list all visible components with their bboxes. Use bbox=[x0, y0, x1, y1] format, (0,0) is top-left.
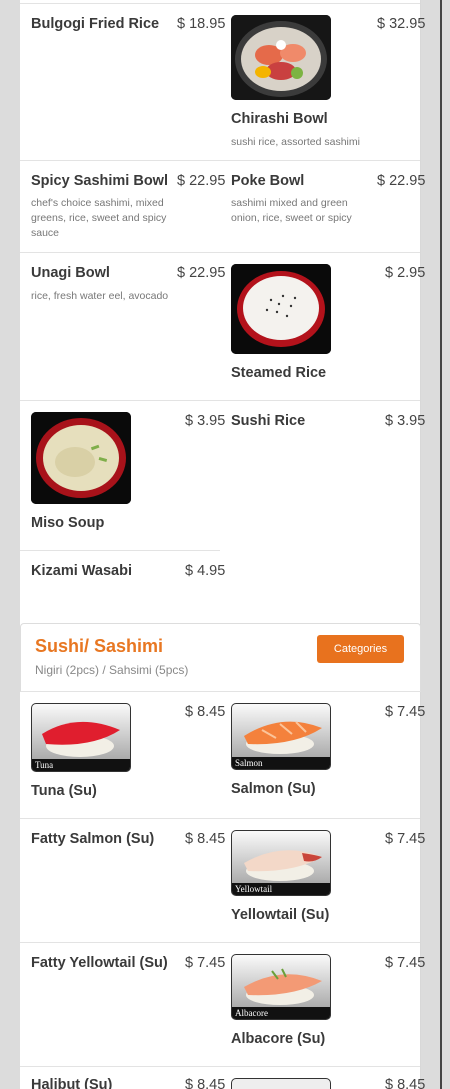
image-caption: Salmon bbox=[235, 758, 263, 768]
divider bbox=[20, 818, 420, 819]
item-name: Chirashi Bowl bbox=[231, 111, 328, 127]
item-description: sashimi mixed and green onion, rice, swe… bbox=[231, 197, 352, 224]
item-name: Yellowtail (Su) bbox=[231, 907, 330, 923]
item-name: Spicy Sashimi Bowl bbox=[31, 173, 168, 189]
item-name: Poke Bowl bbox=[231, 173, 305, 189]
miso-soup-image bbox=[31, 412, 131, 504]
item-price: $ 7.45 bbox=[385, 955, 426, 971]
page-edge bbox=[420, 0, 421, 1089]
item-price: $ 32.95 bbox=[377, 16, 426, 32]
sushi-image bbox=[231, 1078, 331, 1089]
divider bbox=[20, 1066, 420, 1067]
item-price: $ 22.95 bbox=[377, 173, 426, 189]
item-price: $ 7.45 bbox=[185, 955, 226, 971]
item-name: Fatty Yellowtail (Su) bbox=[31, 955, 168, 971]
section-header: Sushi/ Sashimi Nigiri (2pcs) / Sahsimi (… bbox=[20, 623, 421, 692]
yellowtail-image: Yellowtail bbox=[231, 830, 331, 896]
item-price: $ 7.45 bbox=[385, 831, 426, 847]
item-description: sushi rice, assorted sashimi bbox=[231, 136, 360, 148]
item-name: Albacore (Su) bbox=[231, 1031, 326, 1047]
item-description: rice, fresh water eel, avocado bbox=[31, 290, 169, 302]
item-name: Tuna (Su) bbox=[31, 783, 97, 799]
item-name: Salmon (Su) bbox=[231, 781, 316, 797]
image-caption: Tuna bbox=[35, 760, 54, 770]
item-price: $ 7.45 bbox=[385, 704, 426, 720]
item-price: $ 18.95 bbox=[177, 16, 226, 32]
item-price: $ 3.95 bbox=[185, 413, 226, 429]
item-name: Sushi Rice bbox=[231, 413, 306, 429]
steamed-rice-image bbox=[231, 264, 331, 354]
divider bbox=[20, 252, 420, 253]
item-name: Miso Soup bbox=[31, 515, 105, 531]
section-title: Sushi/ Sashimi bbox=[35, 636, 164, 656]
item-name: Fatty Salmon (Su) bbox=[31, 831, 155, 847]
item-name: Bulgogi Fried Rice bbox=[31, 16, 160, 32]
item-price: $ 8.45 bbox=[185, 704, 226, 720]
item-name: Halibut (Su) bbox=[31, 1077, 113, 1089]
item-price: $ 8.45 bbox=[185, 831, 226, 847]
item-name: Steamed Rice bbox=[231, 365, 327, 381]
chirashi-bowl-image bbox=[231, 15, 331, 100]
item-price: $ 22.95 bbox=[177, 265, 226, 281]
item-price: $ 2.95 bbox=[385, 265, 426, 281]
section-subtitle: Nigiri (2pcs) / Sahsimi (5pcs) bbox=[35, 663, 189, 677]
item-description: chef's choice sashimi, mixed greens, ric… bbox=[31, 197, 167, 239]
image-caption: Albacore bbox=[235, 1008, 268, 1018]
item-price: $ 3.95 bbox=[385, 413, 426, 429]
item-price: $ 4.95 bbox=[185, 563, 226, 579]
image-caption: Yellowtail bbox=[235, 884, 273, 894]
tuna-image: Tuna bbox=[31, 703, 131, 772]
divider bbox=[20, 550, 220, 551]
salmon-image: Salmon bbox=[231, 703, 331, 770]
divider bbox=[20, 942, 420, 943]
scrollbar-track[interactable] bbox=[440, 0, 442, 1089]
divider bbox=[20, 400, 420, 401]
albacore-image: Albacore bbox=[231, 954, 331, 1020]
menu-page bbox=[20, 0, 420, 1089]
item-price: $ 22.95 bbox=[177, 173, 226, 189]
item-price: $ 8.45 bbox=[385, 1077, 426, 1089]
categories-button[interactable]: Categories bbox=[317, 635, 404, 663]
item-name: Kizami Wasabi bbox=[31, 563, 132, 579]
item-price: $ 8.45 bbox=[185, 1077, 226, 1089]
divider bbox=[20, 160, 420, 161]
divider bbox=[20, 3, 420, 4]
item-name: Unagi Bowl bbox=[31, 265, 110, 281]
